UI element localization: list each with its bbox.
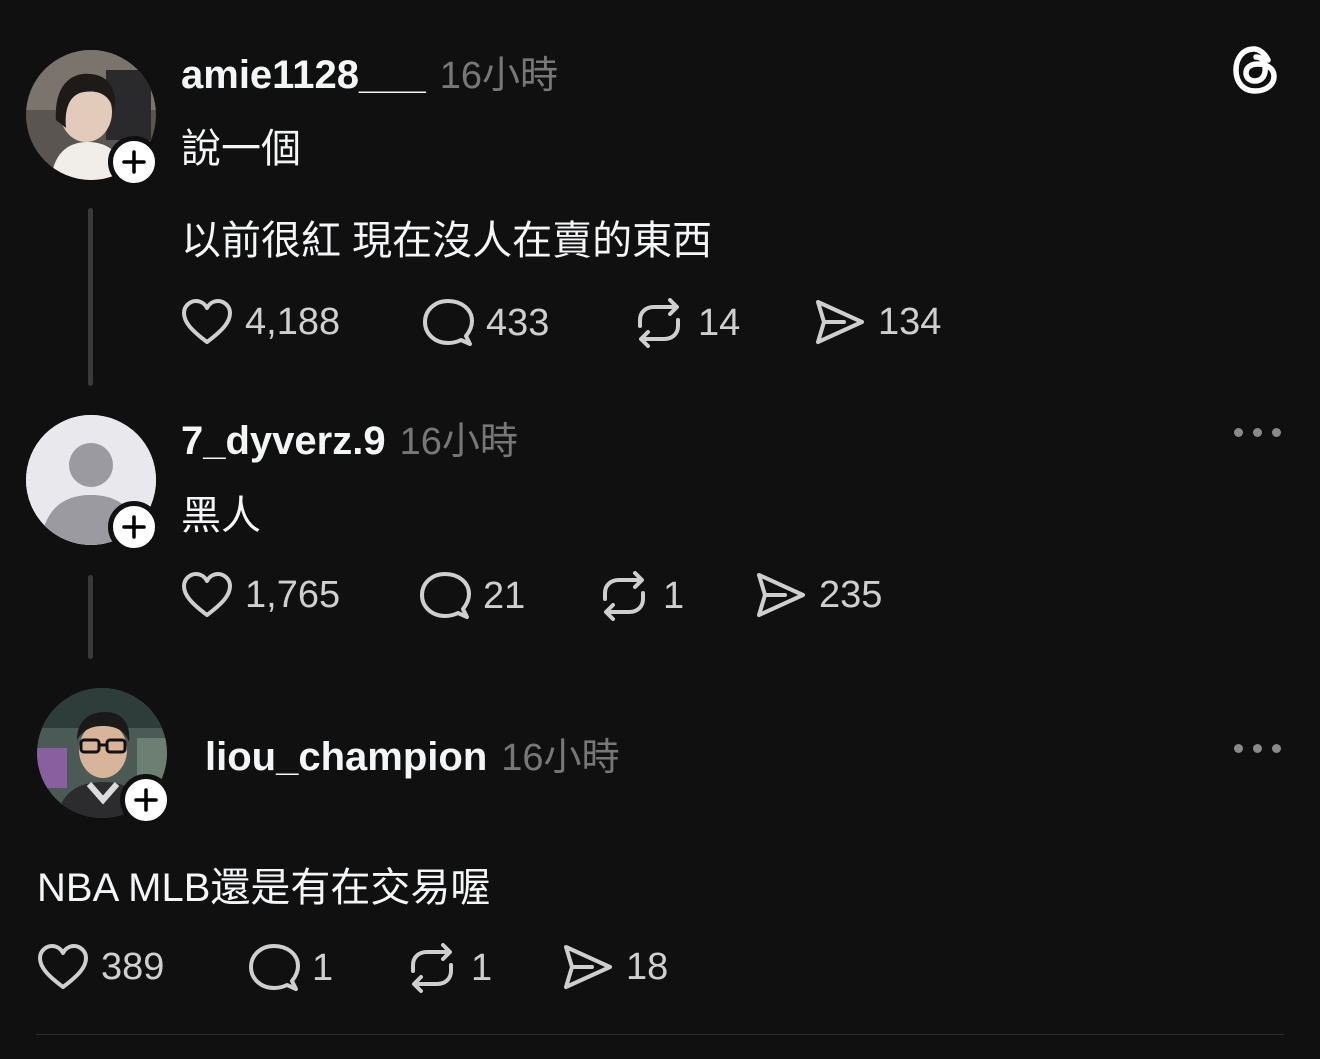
repost-icon [603, 571, 645, 621]
heart-icon [182, 299, 232, 344]
comment-count: 433 [486, 301, 550, 344]
divider [36, 1034, 1284, 1035]
post-time: 16小時 [399, 421, 518, 463]
share-button[interactable]: 18 [562, 943, 668, 991]
username[interactable]: 7_dyverz.9 [181, 419, 386, 464]
more-options-button[interactable] [1234, 744, 1281, 753]
like-count: 1,765 [245, 573, 341, 616]
follow-plus-button[interactable] [108, 501, 160, 553]
heart-icon [182, 572, 232, 617]
threads-logo-icon[interactable] [1228, 42, 1284, 98]
send-icon [816, 300, 864, 344]
repost-icon [638, 298, 680, 348]
send-icon [757, 573, 805, 617]
comment-bubble-icon [249, 944, 300, 991]
more-dots-icon [1234, 744, 1243, 753]
post-time: 16小時 [501, 737, 620, 779]
like-button[interactable]: 389 [37, 943, 164, 991]
plus-icon [122, 515, 146, 539]
follow-plus-button[interactable] [108, 136, 160, 188]
send-icon [564, 945, 612, 989]
comment-button[interactable]: 21 [419, 571, 525, 621]
repost-count: 14 [698, 301, 741, 344]
share-count: 18 [626, 945, 669, 988]
repost-icon [411, 943, 453, 993]
comment-button[interactable]: 1 [248, 943, 333, 993]
comment-count: 21 [483, 574, 526, 617]
more-dots-icon [1234, 428, 1243, 437]
post-text-line: 說一個 [181, 127, 301, 171]
username[interactable]: amie1128___ [181, 53, 426, 98]
share-count: 235 [819, 573, 883, 616]
post-time: 16小時 [439, 55, 558, 97]
like-count: 4,188 [245, 300, 341, 343]
comment-button[interactable]: 433 [422, 298, 549, 348]
username[interactable]: liou_champion [205, 735, 487, 780]
share-button[interactable]: 235 [755, 571, 882, 619]
repost-button[interactable]: 1 [405, 943, 492, 993]
post-text-line: 黑人 [181, 494, 261, 538]
comment-bubble-icon [420, 572, 471, 619]
plus-icon [122, 150, 146, 174]
like-button[interactable]: 4,188 [181, 298, 340, 346]
thread-line [88, 575, 93, 659]
heart-icon [38, 944, 88, 989]
thread-line [88, 208, 93, 386]
repost-count: 1 [471, 946, 493, 989]
plus-icon [134, 788, 158, 812]
share-count: 134 [878, 300, 942, 343]
repost-button[interactable]: 1 [597, 571, 684, 621]
share-button[interactable]: 134 [814, 298, 941, 346]
follow-plus-button[interactable] [120, 774, 172, 826]
repost-count: 1 [663, 574, 685, 617]
comment-bubble-icon [423, 299, 474, 346]
like-count: 389 [101, 945, 165, 988]
repost-button[interactable]: 14 [632, 298, 740, 348]
comment-count: 1 [312, 946, 334, 989]
more-options-button[interactable] [1234, 428, 1281, 437]
post-text-line: NBA MLB還是有在交易喔 [37, 866, 491, 910]
post-text-line: 以前很紅 現在沒人在賣的東西 [181, 219, 713, 263]
like-button[interactable]: 1,765 [181, 571, 340, 619]
